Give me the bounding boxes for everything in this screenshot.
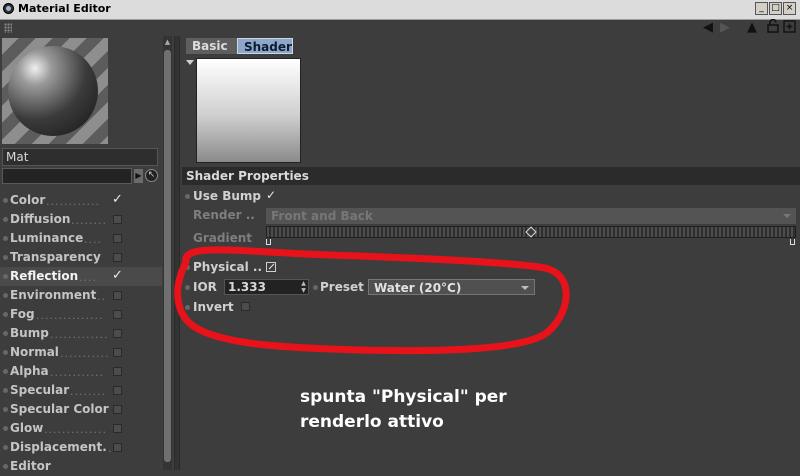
- annotation-line-2: renderlo attivo: [300, 412, 444, 432]
- annotation-line-1: spunta "Physical" per: [300, 387, 507, 407]
- annotation-text: spunta "Physical" per renderlo attivo: [300, 385, 507, 435]
